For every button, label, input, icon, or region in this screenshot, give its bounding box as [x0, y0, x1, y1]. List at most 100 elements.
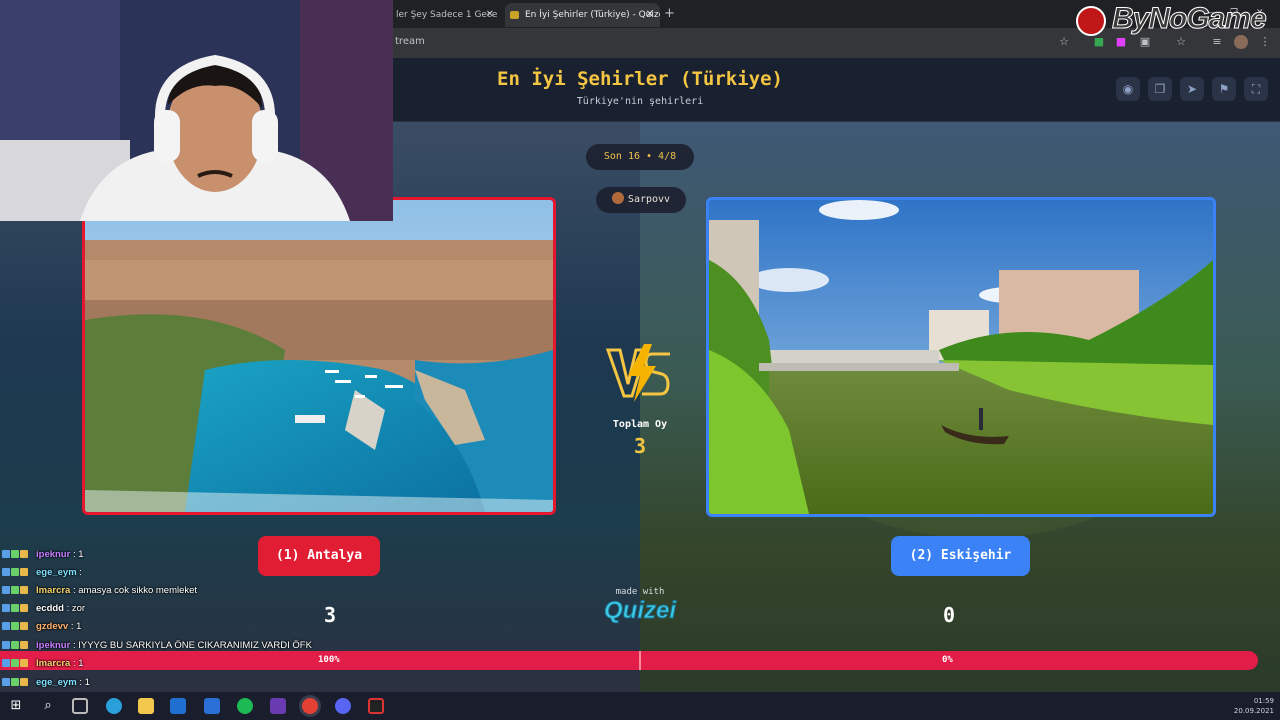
webcam-overlay [0, 0, 393, 221]
chat-message: lmarcra : amasya cok sikko memleket [2, 583, 197, 599]
page-subtitle: Türkiye'nin şehirleri [576, 96, 704, 107]
chat-text: : IYYYG BU SARKIYLA ÖNE CIKARANIMIZ VARD… [70, 640, 312, 651]
chat-message: ipeknur : 1 [2, 547, 84, 563]
chat-badges [2, 639, 36, 649]
chat-badges [2, 657, 36, 667]
task-view-icon[interactable] [72, 698, 88, 714]
extension-icon[interactable]: ■ [1114, 35, 1128, 49]
badge-icon [2, 641, 10, 649]
chat-badges [2, 602, 36, 612]
chat-username[interactable]: lmarcra [36, 658, 70, 669]
badge-icon [11, 586, 19, 594]
flag-icon[interactable]: ⚑ [1212, 77, 1236, 101]
option-a-votes: 3 [323, 603, 337, 627]
badge-icon [2, 586, 10, 594]
option-a-percent: 100% [318, 655, 340, 665]
badge-icon [2, 568, 10, 576]
system-clock[interactable]: 01:59 20.09.2021 [1234, 696, 1274, 716]
chat-text: : 1 [76, 677, 90, 688]
chat-text: : zor [63, 603, 86, 614]
badge-icon [20, 550, 28, 558]
vs-icon [606, 344, 670, 402]
badge-icon [11, 622, 19, 630]
windows-start-icon[interactable]: ⊞ [8, 698, 24, 714]
profile-avatar[interactable] [1234, 35, 1248, 49]
option-a-image[interactable] [82, 197, 556, 515]
chat-text: : [76, 567, 82, 578]
made-with-label: made with [615, 587, 665, 597]
search-icon[interactable]: ⌕ [40, 698, 56, 714]
favicon-icon [510, 11, 519, 19]
option-b-image[interactable] [706, 197, 1216, 517]
chat-username[interactable]: ecddd [36, 603, 64, 614]
bookmark-star-icon[interactable]: ☆ [1057, 35, 1071, 49]
send-icon[interactable]: ➤ [1180, 77, 1204, 101]
option-b-button[interactable]: (2) Eskişehir [891, 536, 1030, 576]
chat-text: : 1 [70, 658, 84, 669]
chat-text: : 1 [70, 549, 84, 560]
bynogame-logo-text: ByNoGame [1112, 2, 1268, 36]
antalya-harbor-photo [85, 200, 553, 512]
chrome-icon[interactable] [302, 698, 318, 714]
extension-icon[interactable]: ▣ [1138, 35, 1152, 49]
chat-text: : amasya cok sikko memleket [70, 585, 198, 596]
chat-username[interactable]: ege_eym [36, 567, 77, 578]
url-text[interactable]: tream [395, 36, 425, 47]
badge-icon [11, 678, 19, 686]
total-votes-label: Toplam Oy [612, 419, 668, 430]
screen: ler Şey Sadece 1 Gece | ✕ En İyi Şehirle… [0, 0, 1280, 720]
chat-message: ecddd : zor [2, 601, 85, 617]
user-name: Sarpovv [627, 194, 671, 205]
edge-icon[interactable] [106, 698, 122, 714]
chat-username[interactable]: lmarcra [36, 585, 70, 596]
obs-icon[interactable] [368, 698, 384, 714]
app-icon[interactable] [204, 698, 220, 714]
clock-date: 20.09.2021 [1233, 707, 1274, 715]
file-explorer-icon[interactable] [138, 698, 154, 714]
eskisehir-river-photo [709, 200, 1213, 514]
badge-icon [2, 659, 10, 667]
badge-icon [11, 604, 19, 612]
chat-username[interactable]: ipeknur [36, 549, 70, 560]
badge-icon [2, 550, 10, 558]
badge-icon [11, 550, 19, 558]
close-tab-icon[interactable]: ✕ [486, 3, 494, 27]
copy-icon[interactable]: ❐ [1148, 77, 1172, 101]
progress-divider [639, 651, 641, 670]
total-votes-value: 3 [633, 434, 647, 458]
close-tab-icon[interactable]: ✕ [646, 3, 654, 27]
chat-username[interactable]: gzdevv [36, 621, 68, 632]
browser-tab-active[interactable]: En İyi Şehirler (Türkiye) - Quizei ✕ [505, 3, 660, 27]
badge-icon [2, 678, 10, 686]
chat-message: ipeknur : IYYYG BU SARKIYLA ÖNE CIKARANI… [2, 638, 312, 654]
page-title: En İyi Şehirler (Türkiye) [497, 68, 783, 90]
round-badge: Son 16 • 4/8 [586, 144, 694, 170]
badge-icon [20, 604, 28, 612]
badge-icon [20, 568, 28, 576]
spotify-icon[interactable] [237, 698, 253, 714]
badge-icon [2, 604, 10, 612]
extension-icon[interactable]: ■ [1092, 35, 1106, 49]
outlook-icon[interactable] [170, 698, 186, 714]
fullscreen-icon[interactable]: ⛶ [1244, 77, 1268, 101]
badge-icon [20, 659, 28, 667]
eye-icon[interactable]: ◉ [1116, 77, 1140, 101]
new-tab-button[interactable]: + [664, 6, 675, 21]
option-a-button[interactable]: (1) Antalya [258, 536, 380, 576]
clock-time: 01:59 [1253, 697, 1274, 705]
chat-message: gzdevv : 1 [2, 619, 81, 635]
chat-badges [2, 548, 36, 558]
chat-username[interactable]: ipeknur [36, 640, 70, 651]
streamer-webcam [0, 0, 393, 221]
badge-icon [11, 641, 19, 649]
quizei-logo[interactable]: Quizei [585, 597, 695, 625]
reading-list-icon[interactable]: ≡ [1210, 35, 1224, 49]
discord-icon[interactable] [335, 698, 351, 714]
menu-icon[interactable]: ⋮ [1258, 35, 1272, 49]
app-icon[interactable] [270, 698, 286, 714]
bookmarks-icon[interactable]: ☆ [1174, 35, 1188, 49]
browser-tab-previous[interactable]: ler Şey Sadece 1 Gece | ✕ [388, 3, 500, 27]
chat-badges [2, 620, 36, 630]
chat-badges [2, 566, 36, 576]
chat-username[interactable]: ege_eym [36, 677, 77, 688]
